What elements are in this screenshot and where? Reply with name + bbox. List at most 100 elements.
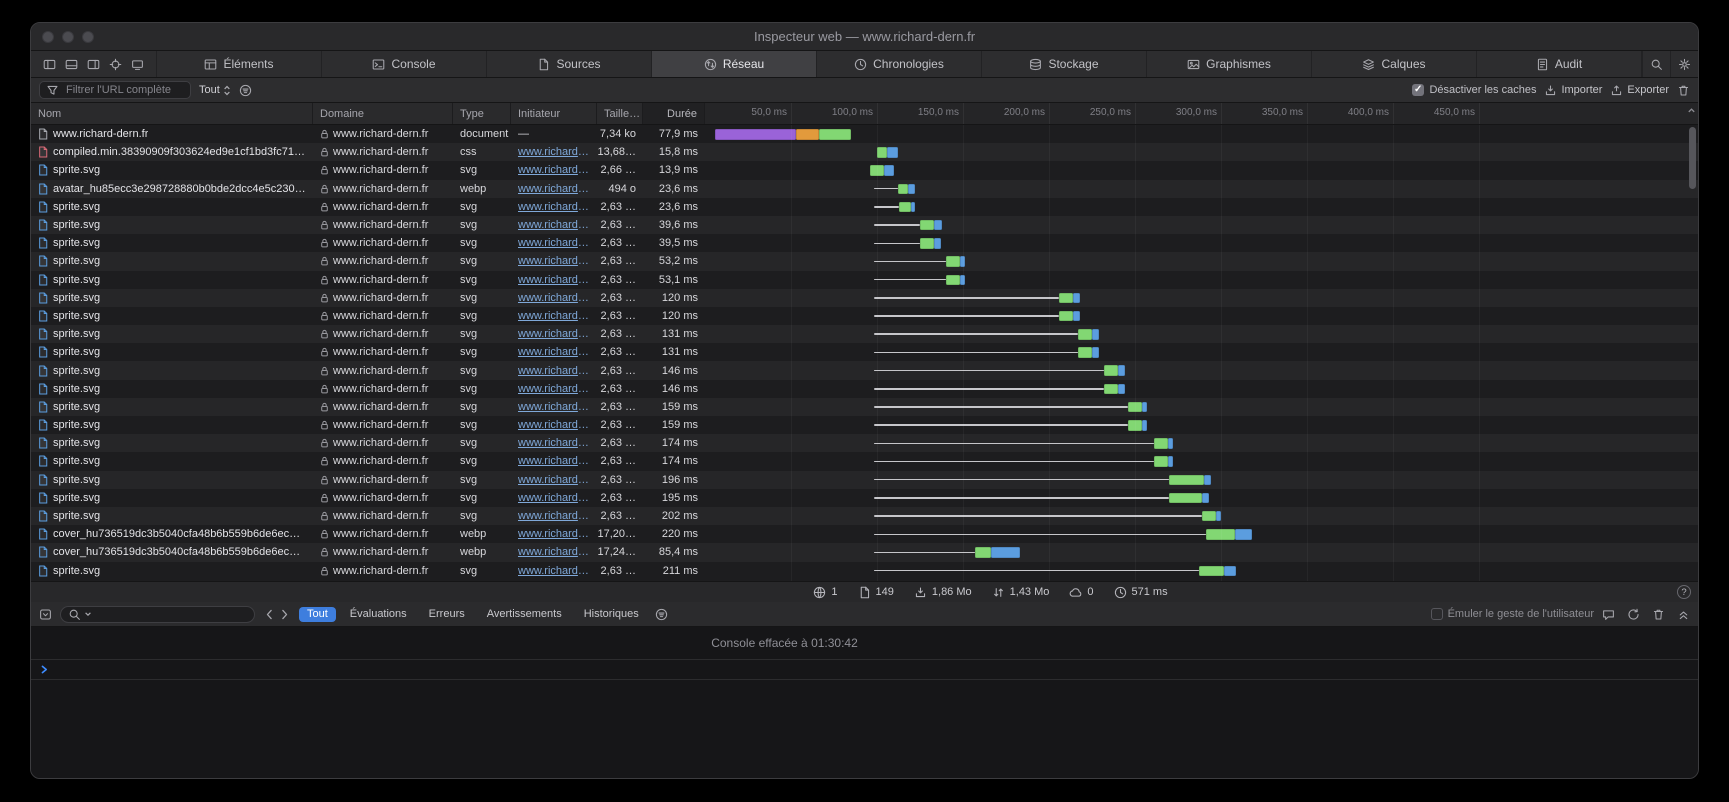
tab-console[interactable]: Console: [322, 51, 487, 77]
resource-initiator[interactable]: www.richard-d…: [511, 380, 597, 398]
console-bubble-icon[interactable]: [1602, 608, 1615, 621]
resource-initiator[interactable]: www.richard-d…: [511, 271, 597, 289]
dock-side-icon[interactable]: [43, 58, 56, 71]
resource-initiator[interactable]: www.richard-d…: [511, 507, 597, 525]
tab-calques[interactable]: Calques: [1312, 51, 1477, 77]
table-row[interactable]: sprite.svgwww.richard-dern.frsvgwww.rich…: [31, 452, 1698, 470]
minimize-window-button[interactable]: [62, 31, 74, 43]
resource-initiator[interactable]: www.richard-d…: [511, 161, 597, 179]
table-row[interactable]: sprite.svgwww.richard-dern.frsvgwww.rich…: [31, 398, 1698, 416]
table-row[interactable]: sprite.svgwww.richard-dern.frsvgwww.rich…: [31, 471, 1698, 489]
previous-result-icon[interactable]: [263, 608, 276, 621]
resource-initiator[interactable]: www.richard-d…: [511, 252, 597, 270]
table-row[interactable]: www.richard-dern.frwww.richard-dern.frdo…: [31, 125, 1698, 143]
resource-initiator[interactable]: www.richard-d…: [511, 452, 597, 470]
table-row[interactable]: sprite.svgwww.richard-dern.frsvgwww.rich…: [31, 562, 1698, 580]
console-tab-tout[interactable]: Tout: [299, 607, 336, 622]
expand-console-icon[interactable]: [1677, 608, 1690, 621]
column-header-duration[interactable]: Durée: [643, 103, 705, 124]
device-icon[interactable]: [131, 58, 144, 71]
table-row[interactable]: sprite.svgwww.richard-dern.frsvgwww.rich…: [31, 325, 1698, 343]
resource-type-select[interactable]: Tout: [199, 84, 231, 96]
next-result-icon[interactable]: [278, 608, 291, 621]
resource-initiator[interactable]: www.richard-d…: [511, 471, 597, 489]
console-tab-historiques[interactable]: Historiques: [576, 607, 647, 622]
console-prompt-row[interactable]: [31, 660, 1698, 680]
console-tab-avertissements[interactable]: Avertissements: [479, 607, 570, 622]
resource-initiator[interactable]: www.richard-d…: [511, 289, 597, 307]
resource-initiator[interactable]: www.richard-d…: [511, 343, 597, 361]
resource-initiator[interactable]: www.richard-d…: [511, 234, 597, 252]
table-row[interactable]: sprite.svgwww.richard-dern.frsvgwww.rich…: [31, 234, 1698, 252]
zoom-window-button[interactable]: [82, 31, 94, 43]
table-row[interactable]: cover_hu736519dc3b5040cfa48b6b559b6de6ec…: [31, 543, 1698, 561]
table-row[interactable]: sprite.svgwww.richard-dern.frsvgwww.rich…: [31, 507, 1698, 525]
resource-initiator[interactable]: www.richard-d…: [511, 434, 597, 452]
table-row[interactable]: sprite.svgwww.richard-dern.frsvgwww.rich…: [31, 361, 1698, 379]
help-icon[interactable]: ?: [1677, 585, 1691, 599]
tab-graphismes[interactable]: Graphismes: [1147, 51, 1312, 77]
resource-initiator[interactable]: www.richard-d…: [511, 180, 597, 198]
filter-options-icon[interactable]: [239, 84, 252, 97]
resource-initiator[interactable]: www.richard-d…: [511, 543, 597, 561]
resource-initiator[interactable]: www.richard-d…: [511, 307, 597, 325]
column-header-size[interactable]: Taille…: [597, 103, 643, 124]
resource-initiator[interactable]: www.richard-d…: [511, 361, 597, 379]
table-row[interactable]: sprite.svgwww.richard-dern.frsvgwww.rich…: [31, 271, 1698, 289]
disable-caches-checkbox[interactable]: Désactiver les caches: [1412, 84, 1536, 96]
table-row[interactable]: sprite.svgwww.richard-dern.frsvgwww.rich…: [31, 161, 1698, 179]
console-tab-erreurs[interactable]: Erreurs: [421, 607, 473, 622]
search-icon[interactable]: [1642, 51, 1670, 77]
resource-initiator[interactable]: www.richard-d…: [511, 489, 597, 507]
console-search-field[interactable]: [60, 606, 255, 623]
resource-initiator[interactable]: www.richard-d…: [511, 198, 597, 216]
export-button[interactable]: Exporter: [1610, 84, 1669, 97]
table-row[interactable]: sprite.svgwww.richard-dern.frsvgwww.rich…: [31, 307, 1698, 325]
table-row[interactable]: sprite.svgwww.richard-dern.frsvgwww.rich…: [31, 489, 1698, 507]
table-row[interactable]: sprite.svgwww.richard-dern.frsvgwww.rich…: [31, 216, 1698, 234]
table-row[interactable]: cover_hu736519dc3b5040cfa48b6b559b6de6ec…: [31, 525, 1698, 543]
table-row[interactable]: sprite.svgwww.richard-dern.frsvgwww.rich…: [31, 198, 1698, 216]
table-row[interactable]: sprite.svgwww.richard-dern.frsvgwww.rich…: [31, 343, 1698, 361]
tab-chronologies[interactable]: Chronologies: [817, 51, 982, 77]
column-header-name[interactable]: Nom: [31, 103, 313, 124]
tab-sources[interactable]: Sources: [487, 51, 652, 77]
scroll-up-icon[interactable]: [1687, 106, 1696, 118]
resource-initiator[interactable]: www.richard-d…: [511, 325, 597, 343]
tab-stockage[interactable]: Stockage: [982, 51, 1147, 77]
resource-initiator[interactable]: www.richard-d…: [511, 562, 597, 580]
table-row[interactable]: sprite.svgwww.richard-dern.frsvgwww.rich…: [31, 289, 1698, 307]
close-window-button[interactable]: [42, 31, 54, 43]
url-filter-field[interactable]: [39, 81, 191, 99]
resource-initiator[interactable]: www.richard-d…: [511, 416, 597, 434]
inspect-element-icon[interactable]: [109, 58, 122, 71]
table-row[interactable]: sprite.svgwww.richard-dern.frsvgwww.rich…: [31, 252, 1698, 270]
tab-éléments[interactable]: Éléments: [157, 51, 322, 77]
column-header-domain[interactable]: Domaine: [313, 103, 453, 124]
console-filter-options-icon[interactable]: [655, 608, 668, 621]
column-header-initiator[interactable]: Initiateur: [511, 103, 597, 124]
console-tab-évaluations[interactable]: Évaluations: [342, 607, 415, 622]
console-trash-icon[interactable]: [1652, 608, 1665, 621]
table-row[interactable]: sprite.svgwww.richard-dern.frsvgwww.rich…: [31, 434, 1698, 452]
table-row[interactable]: compiled.min.38390909f303624ed9e1cf1bd3f…: [31, 143, 1698, 161]
dock-right-icon[interactable]: [87, 58, 100, 71]
clear-console-refresh-icon[interactable]: [1627, 608, 1640, 621]
table-row[interactable]: sprite.svgwww.richard-dern.frsvgwww.rich…: [31, 416, 1698, 434]
clear-network-trash-icon[interactable]: [1677, 84, 1690, 97]
console-scope-icon[interactable]: [39, 608, 52, 621]
resource-initiator[interactable]: www.richard-d…: [511, 143, 597, 161]
dock-bottom-icon[interactable]: [65, 58, 78, 71]
resource-initiator[interactable]: www.richard-d…: [511, 525, 597, 543]
tab-réseau[interactable]: Réseau: [652, 51, 817, 77]
resource-initiator[interactable]: www.richard-d…: [511, 398, 597, 416]
column-header-type[interactable]: Type: [453, 103, 511, 124]
table-row[interactable]: avatar_hu85ecc3e298728880b0bde2dcc4e5c23…: [31, 180, 1698, 198]
url-filter-input[interactable]: [64, 83, 174, 97]
tab-audit[interactable]: Audit: [1477, 51, 1642, 77]
emulate-user-gesture-checkbox[interactable]: Émuler le geste de l'utilisateur: [1431, 608, 1594, 620]
table-row[interactable]: sprite.svgwww.richard-dern.frsvgwww.rich…: [31, 380, 1698, 398]
resource-initiator[interactable]: www.richard-d…: [511, 216, 597, 234]
vertical-scrollbar-thumb[interactable]: [1689, 127, 1696, 189]
gear-icon[interactable]: [1670, 51, 1698, 77]
